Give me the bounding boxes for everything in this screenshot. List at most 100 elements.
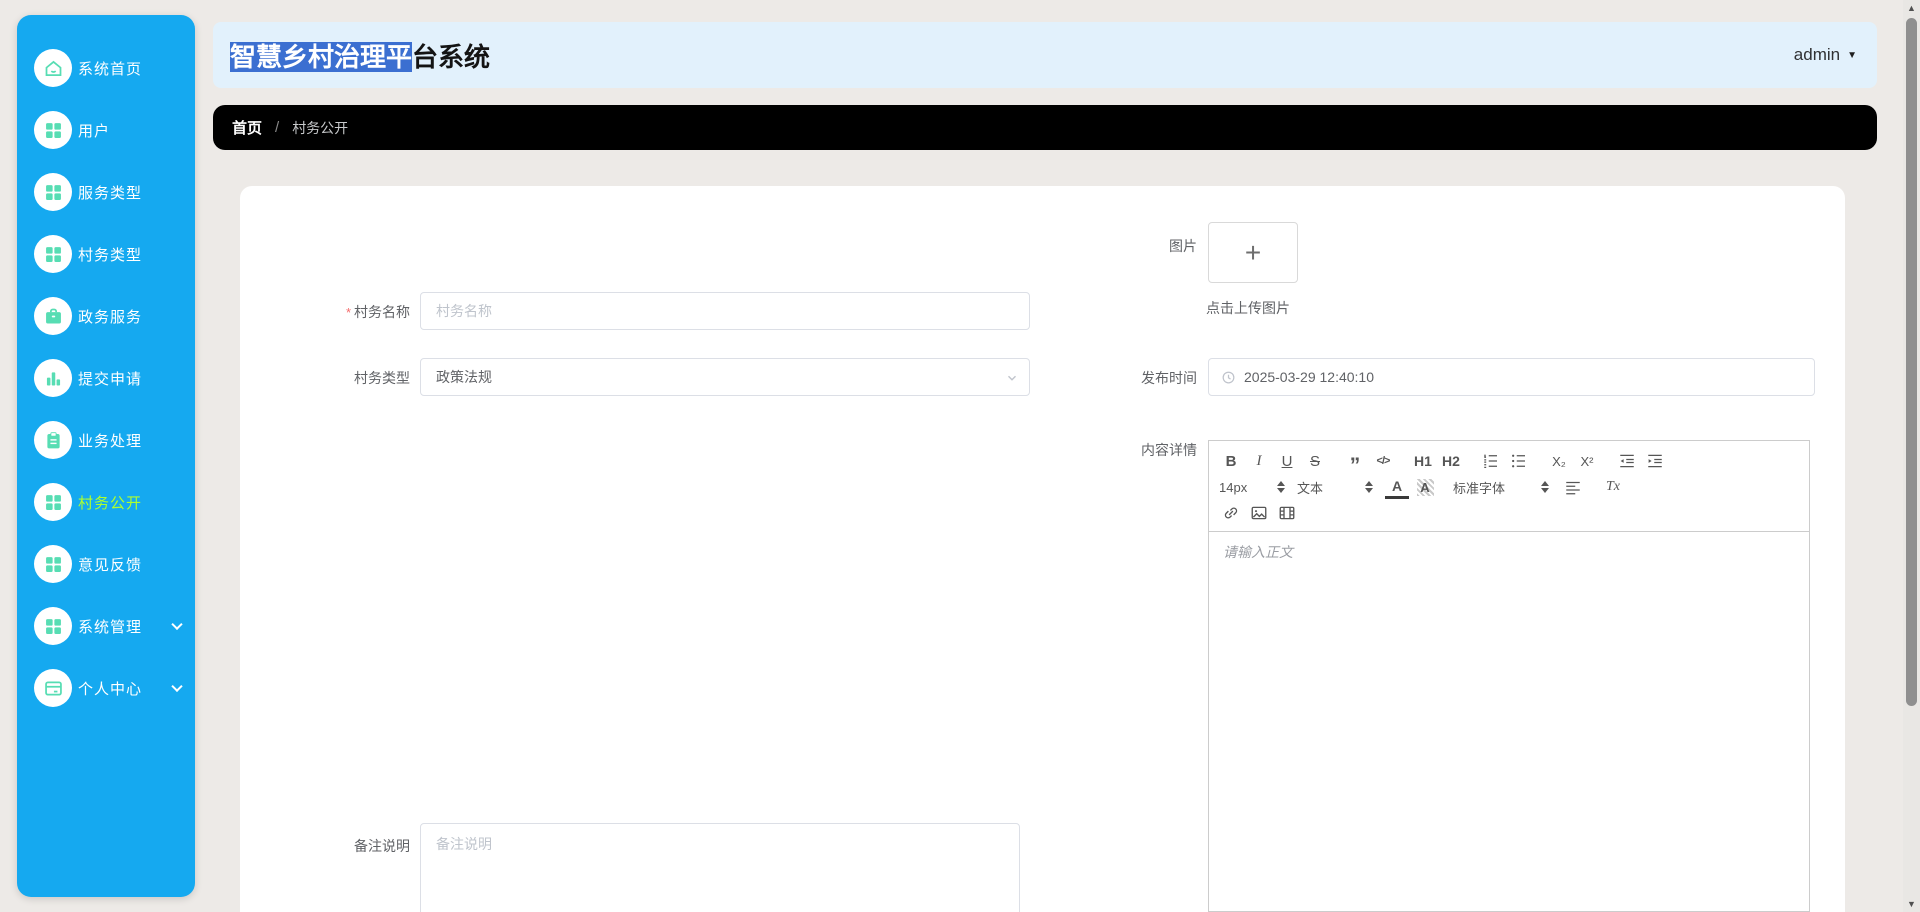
font-size-picker[interactable]: 14px xyxy=(1219,475,1285,499)
video-icon[interactable] xyxy=(1275,501,1299,525)
grid-icon xyxy=(34,173,72,211)
image-label: 图片 xyxy=(1169,238,1197,254)
clear-format-icon[interactable]: Tx xyxy=(1601,475,1625,499)
sidebar-item-system-admin[interactable]: 系统管理 xyxy=(17,595,195,657)
updown-arrows-icon xyxy=(1541,481,1549,493)
publish-time-input[interactable]: 2025-03-29 12:40:10 xyxy=(1208,358,1815,396)
indent-icon[interactable] xyxy=(1643,449,1667,473)
home-icon xyxy=(34,49,72,87)
caret-down-icon: ▼ xyxy=(1847,49,1857,61)
subscript-icon[interactable]: X₂ xyxy=(1547,449,1571,473)
sidebar-item-village-public[interactable]: 村务公开 xyxy=(17,471,195,533)
page-title: 智慧乡村治理平台系统 xyxy=(230,37,490,74)
sidebar-item-feedback[interactable]: 意见反馈 xyxy=(17,533,195,595)
title-selected-text: 智慧乡村治理平 xyxy=(230,41,413,72)
image-upload-hint: 点击上传图片 xyxy=(1206,300,1290,316)
sidebar-item-label: 提交申请 xyxy=(78,370,143,388)
user-menu[interactable]: admin ▼ xyxy=(1794,45,1857,65)
grid-icon xyxy=(34,235,72,273)
clock-icon xyxy=(1221,370,1236,385)
sidebar-item-personal-center[interactable]: 个人中心 xyxy=(17,657,195,719)
link-icon[interactable] xyxy=(1219,501,1243,525)
content-detail-label: 内容详情 xyxy=(1141,442,1197,458)
sidebar: 系统首页 用户 服务类型 村务类型 政务服务 提交申请 业务处理 村务公开 意见… xyxy=(17,15,195,897)
sidebar-item-label: 系统首页 xyxy=(78,60,143,78)
scroll-down-icon[interactable]: ▼ xyxy=(1903,899,1920,909)
editor-placeholder: 请输入正文 xyxy=(1223,544,1293,560)
background-color-icon[interactable]: A xyxy=(1413,475,1437,499)
sidebar-item-label: 个人中心 xyxy=(78,680,143,698)
village-type-select[interactable]: 政策法规 xyxy=(420,358,1030,396)
village-name-input[interactable] xyxy=(420,292,1030,330)
grid-icon xyxy=(34,483,72,521)
rich-text-editor: B I U S ” </> H1 H2 X₂ X² 14px 文本 A A 标准… xyxy=(1208,440,1810,912)
breadcrumb-current: 村务公开 xyxy=(292,119,349,136)
sidebar-item-gov-service[interactable]: 政务服务 xyxy=(17,285,195,347)
ordered-list-icon[interactable] xyxy=(1479,449,1503,473)
bold-icon[interactable]: B xyxy=(1219,449,1243,473)
grid-icon xyxy=(34,607,72,645)
title-rest-text: 台系统 xyxy=(412,41,491,72)
village-name-label: * 村务名称 xyxy=(345,304,410,320)
paragraph-picker[interactable]: 文本 xyxy=(1297,475,1373,499)
header-1-icon[interactable]: H1 xyxy=(1411,449,1435,473)
user-menu-label: admin xyxy=(1793,45,1841,64)
image-icon[interactable] xyxy=(1247,501,1271,525)
clipboard-icon xyxy=(34,421,72,459)
bullet-list-icon[interactable] xyxy=(1507,449,1531,473)
content-card: *村务名称 村务类型 政策法规 备注说明 图片 + 点击上传图片 发布时间 20… xyxy=(240,186,1845,912)
sidebar-item-submit-apply[interactable]: 提交申请 xyxy=(17,347,195,409)
sidebar-item-home[interactable]: 系统首页 xyxy=(17,37,195,99)
village-type-value: 政策法规 xyxy=(436,369,492,385)
breadcrumb-separator: / xyxy=(275,119,280,136)
sidebar-item-label: 政务服务 xyxy=(78,308,143,326)
sidebar-item-business[interactable]: 业务处理 xyxy=(17,409,195,471)
grid-icon xyxy=(34,545,72,583)
sidebar-item-label: 用户 xyxy=(78,122,111,140)
remark-label: 备注说明 xyxy=(354,838,410,854)
superscript-icon[interactable]: X² xyxy=(1575,449,1599,473)
underline-icon[interactable]: U xyxy=(1275,449,1299,473)
required-asterisk: * xyxy=(345,305,351,320)
publish-time-value: 2025-03-29 12:40:10 xyxy=(1244,369,1374,385)
publish-time-label: 发布时间 xyxy=(1141,370,1197,386)
remark-textarea[interactable] xyxy=(420,823,1020,912)
breadcrumb-home[interactable]: 首页 xyxy=(232,117,262,138)
sidebar-item-village-type[interactable]: 村务类型 xyxy=(17,223,195,285)
image-upload-button[interactable]: + xyxy=(1208,222,1298,283)
sidebar-item-label: 服务类型 xyxy=(78,184,143,202)
plus-icon: + xyxy=(1244,236,1262,268)
font-family-value: 标准字体 xyxy=(1453,480,1506,496)
paragraph-value: 文本 xyxy=(1297,480,1324,496)
sidebar-item-label: 系统管理 xyxy=(78,618,143,636)
header-2-icon[interactable]: H2 xyxy=(1439,449,1463,473)
strikethrough-icon[interactable]: S xyxy=(1303,449,1327,473)
breadcrumb: 首页 / 村务公开 xyxy=(213,105,1877,150)
sidebar-item-users[interactable]: 用户 xyxy=(17,99,195,161)
chevron-down-icon xyxy=(171,618,183,631)
outdent-icon[interactable] xyxy=(1615,449,1639,473)
editor-body[interactable]: 请输入正文 xyxy=(1209,532,1809,572)
sidebar-item-label: 村务类型 xyxy=(78,246,143,264)
sidebar-item-service-type[interactable]: 服务类型 xyxy=(17,161,195,223)
chevron-down-icon xyxy=(1005,371,1019,385)
grid-icon xyxy=(34,111,72,149)
text-color-icon[interactable]: A xyxy=(1385,475,1409,499)
sidebar-item-label: 村务公开 xyxy=(78,494,143,512)
italic-icon[interactable]: I xyxy=(1247,449,1271,473)
scrollbar-thumb[interactable] xyxy=(1906,18,1917,706)
bar-chart-icon xyxy=(34,359,72,397)
sidebar-item-label: 意见反馈 xyxy=(78,556,143,574)
scroll-up-icon[interactable]: ▲ xyxy=(1903,3,1920,13)
font-size-value: 14px xyxy=(1219,479,1248,495)
align-icon[interactable] xyxy=(1561,475,1585,499)
blockquote-icon[interactable]: ” xyxy=(1343,449,1367,476)
briefcase-icon xyxy=(34,297,72,335)
chevron-down-icon xyxy=(171,680,183,693)
sidebar-item-label: 业务处理 xyxy=(78,432,143,450)
header: 智慧乡村治理平台系统 admin ▼ xyxy=(213,22,1877,88)
page-scrollbar[interactable]: ▲ ▼ xyxy=(1903,0,1920,912)
font-family-picker[interactable]: 标准字体 xyxy=(1453,475,1549,499)
code-block-icon[interactable]: </> xyxy=(1371,449,1395,473)
id-card-icon xyxy=(34,669,72,707)
